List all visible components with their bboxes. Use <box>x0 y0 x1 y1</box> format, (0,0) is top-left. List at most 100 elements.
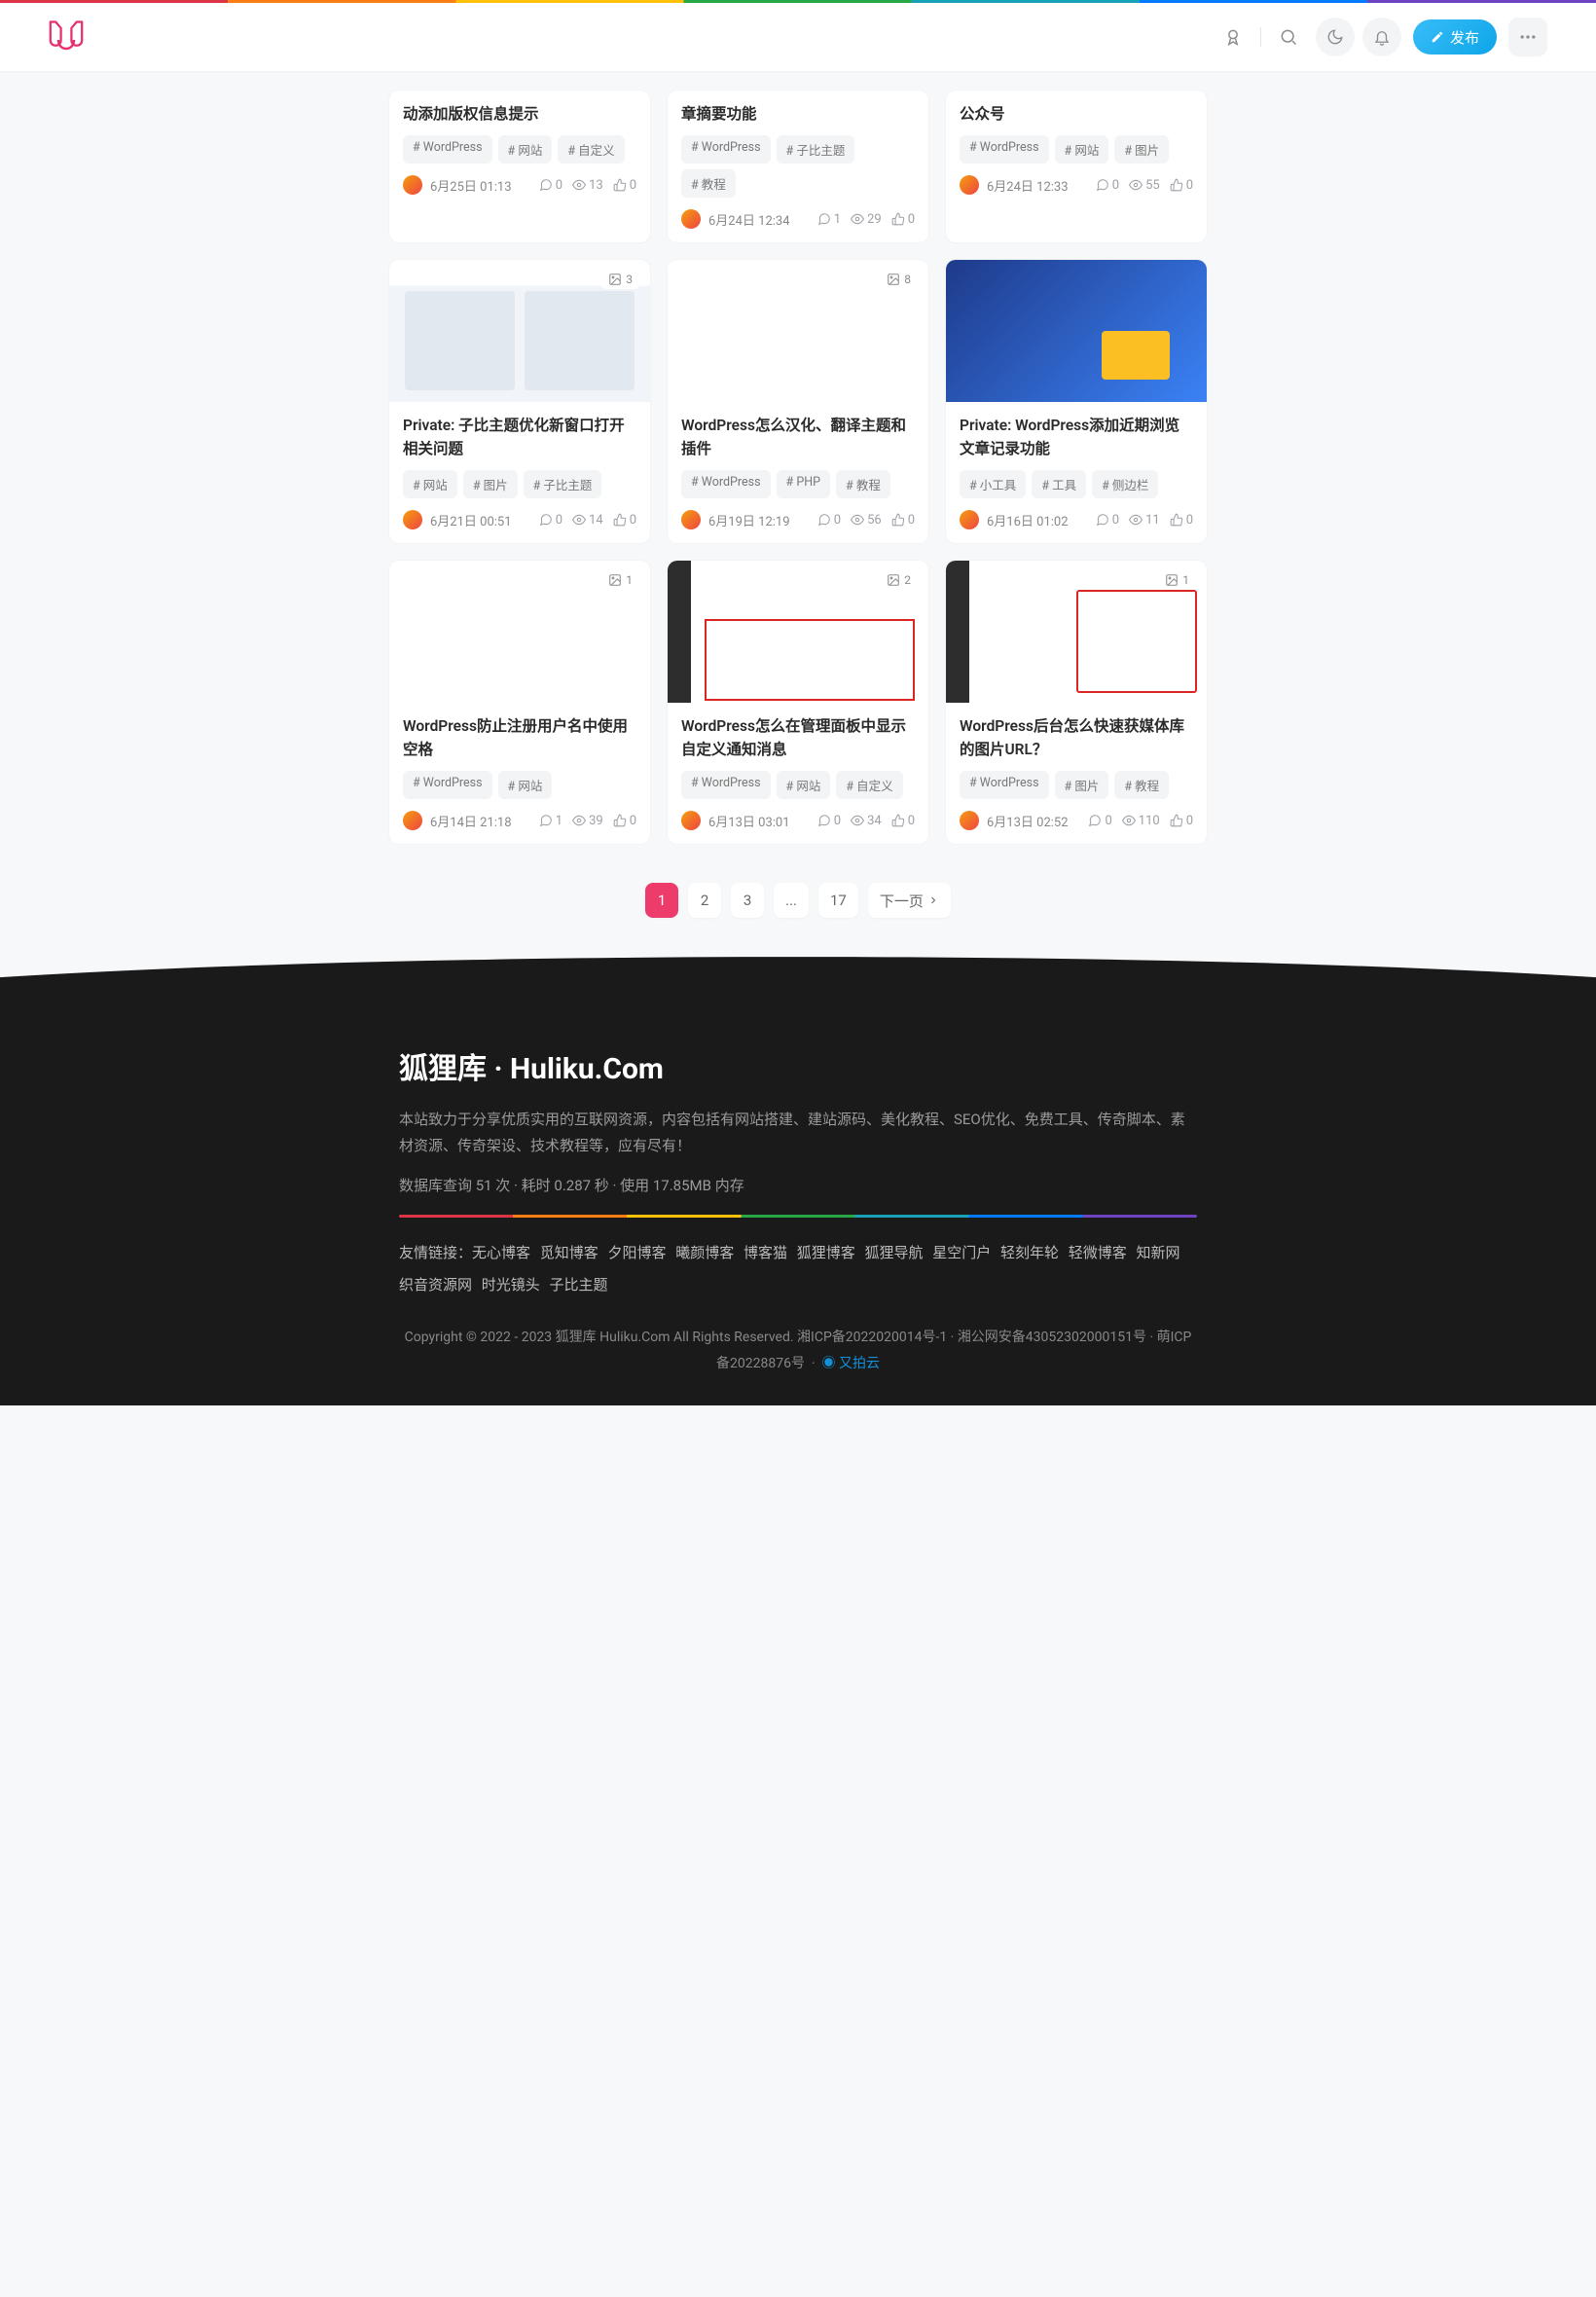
post-tag[interactable]: # 图片 <box>1055 771 1109 799</box>
likes-stat[interactable]: 0 <box>613 513 636 528</box>
author-avatar[interactable] <box>403 811 422 830</box>
post-title[interactable]: WordPress后台怎么快速获媒体库的图片URL？ <box>960 714 1193 761</box>
post-thumbnail[interactable]: 1 <box>946 561 1207 703</box>
post-tag[interactable]: # WordPress <box>681 771 771 799</box>
post-card[interactable]: 章摘要功能# WordPress# 子比主题# 教程6月24日 12:34129… <box>668 91 928 242</box>
likes-stat[interactable]: 0 <box>891 212 915 227</box>
post-card[interactable]: 1WordPress后台怎么快速获媒体库的图片URL？# WordPress# … <box>946 561 1207 844</box>
post-tag[interactable]: # WordPress <box>681 135 771 164</box>
post-card[interactable]: 1WordPress防止注册用户名中使用空格# WordPress# 网站6月1… <box>389 561 650 844</box>
post-tag[interactable]: # 自定义 <box>836 771 902 799</box>
page-button[interactable]: 1 <box>645 883 678 918</box>
post-tag[interactable]: # WordPress <box>681 470 771 498</box>
likes-stat[interactable]: 0 <box>613 178 636 193</box>
friend-link[interactable]: 无心博客 <box>472 1244 530 1261</box>
page-button[interactable]: 2 <box>688 883 721 918</box>
friend-link[interactable]: 时光镜头 <box>482 1276 540 1294</box>
post-tag[interactable]: # 自定义 <box>558 135 624 164</box>
friend-link[interactable]: 狐狸导航 <box>865 1244 924 1261</box>
author-avatar[interactable] <box>681 510 701 529</box>
icp-link[interactable]: 湘ICP备2022020014号-1 <box>797 1330 947 1345</box>
author-avatar[interactable] <box>403 510 422 529</box>
post-tag[interactable]: # WordPress <box>960 135 1049 164</box>
likes-stat[interactable]: 0 <box>1170 178 1193 193</box>
friend-link[interactable]: 子比主题 <box>550 1276 608 1294</box>
post-tag[interactable]: # 侧边栏 <box>1092 470 1158 498</box>
search-icon[interactable] <box>1269 18 1308 56</box>
comments-stat[interactable]: 0 <box>1088 814 1111 828</box>
post-title[interactable]: 动添加版权信息提示 <box>403 102 636 126</box>
comments-stat[interactable]: 1 <box>817 212 841 227</box>
post-title[interactable]: 章摘要功能 <box>681 102 915 126</box>
post-card[interactable]: 8WordPress怎么汉化、翻译主题和插件# WordPress# PHP# … <box>668 260 928 543</box>
post-tag[interactable]: # 教程 <box>836 470 890 498</box>
post-tag[interactable]: # 教程 <box>681 169 736 198</box>
post-thumbnail[interactable]: 1 <box>389 561 650 703</box>
post-title[interactable]: 公众号 <box>960 102 1193 126</box>
post-tag[interactable]: # 网站 <box>777 771 831 799</box>
likes-stat[interactable]: 0 <box>1170 814 1193 828</box>
comments-stat[interactable]: 0 <box>539 178 562 193</box>
page-button[interactable]: 17 <box>818 883 858 918</box>
post-card[interactable]: 动添加版权信息提示# WordPress# 网站# 自定义6月25日 01:13… <box>389 91 650 242</box>
friend-link[interactable]: 狐狸博客 <box>797 1244 855 1261</box>
post-tag[interactable]: # 网站 <box>1055 135 1109 164</box>
author-avatar[interactable] <box>960 510 979 529</box>
post-thumbnail[interactable]: 2 <box>668 561 928 703</box>
friend-link[interactable]: 知新网 <box>1137 1244 1180 1261</box>
post-tag[interactable]: # 小工具 <box>960 470 1026 498</box>
author-avatar[interactable] <box>960 175 979 195</box>
friend-link[interactable]: 觅知博客 <box>540 1244 598 1261</box>
upyun-link[interactable]: ◉ 又拍云 <box>822 1356 880 1371</box>
post-card[interactable]: 公众号# WordPress# 网站# 图片6月24日 12:330550 <box>946 91 1207 242</box>
friend-link[interactable]: 织音资源网 <box>399 1276 472 1294</box>
post-tag[interactable]: # PHP <box>777 470 831 498</box>
likes-stat[interactable]: 0 <box>1170 513 1193 528</box>
author-avatar[interactable] <box>403 175 422 195</box>
likes-stat[interactable]: 0 <box>891 513 915 528</box>
post-title[interactable]: WordPress怎么汉化、翻译主题和插件 <box>681 414 915 460</box>
comments-stat[interactable]: 0 <box>1096 513 1119 528</box>
author-avatar[interactable] <box>681 209 701 229</box>
site-logo[interactable] <box>49 18 84 56</box>
post-title[interactable]: WordPress防止注册用户名中使用空格 <box>403 714 636 761</box>
comments-stat[interactable]: 0 <box>1096 178 1119 193</box>
comments-stat[interactable]: 0 <box>817 814 841 828</box>
post-tag[interactable]: # 图片 <box>463 470 518 498</box>
likes-stat[interactable]: 0 <box>891 814 915 828</box>
post-tag[interactable]: # WordPress <box>403 135 492 164</box>
more-menu-icon[interactable] <box>1508 18 1547 56</box>
post-card[interactable]: 2WordPress怎么在管理面板中显示自定义通知消息# WordPress# … <box>668 561 928 844</box>
post-tag[interactable]: # WordPress <box>960 771 1049 799</box>
comments-stat[interactable]: 1 <box>539 814 562 828</box>
post-tag[interactable]: # 图片 <box>1114 135 1169 164</box>
likes-stat[interactable]: 0 <box>613 814 636 828</box>
dark-mode-toggle[interactable] <box>1316 18 1355 56</box>
post-title[interactable]: Private: 子比主题优化新窗口打开相关问题 <box>403 414 636 460</box>
post-tag[interactable]: # 网站 <box>403 470 457 498</box>
friend-link[interactable]: 博客猫 <box>744 1244 787 1261</box>
comments-stat[interactable]: 0 <box>539 513 562 528</box>
post-tag[interactable]: # 工具 <box>1032 470 1086 498</box>
friend-link[interactable]: 轻微博客 <box>1069 1244 1127 1261</box>
post-thumbnail[interactable] <box>946 260 1207 402</box>
post-card[interactable]: Private: WordPress添加近期浏览文章记录功能 # 小工具# 工具#… <box>946 260 1207 543</box>
friend-link[interactable]: 曦颜博客 <box>675 1244 734 1261</box>
post-tag[interactable]: # WordPress <box>403 771 492 799</box>
publish-button[interactable]: 发布 <box>1413 19 1497 55</box>
notifications-icon[interactable] <box>1362 18 1401 56</box>
post-tag[interactable]: # 教程 <box>1114 771 1169 799</box>
post-title[interactable]: Private: WordPress添加近期浏览文章记录功能 <box>960 414 1193 460</box>
friend-link[interactable]: 夕阳博客 <box>608 1244 667 1261</box>
post-tag[interactable]: # 网站 <box>498 135 553 164</box>
post-tag[interactable]: # 子比主题 <box>524 470 602 498</box>
medal-icon[interactable] <box>1214 18 1252 56</box>
post-thumbnail[interactable]: 3 <box>389 260 650 402</box>
icp-link[interactable]: 湘公网安备43052302000151号 <box>958 1330 1146 1345</box>
friend-link[interactable]: 星空门户 <box>932 1244 991 1261</box>
post-card[interactable]: 3Private: 子比主题优化新窗口打开相关问题# 网站# 图片# 子比主题6… <box>389 260 650 543</box>
author-avatar[interactable] <box>960 811 979 830</box>
post-tag[interactable]: # 子比主题 <box>777 135 855 164</box>
author-avatar[interactable] <box>681 811 701 830</box>
page-button[interactable]: 3 <box>731 883 764 918</box>
